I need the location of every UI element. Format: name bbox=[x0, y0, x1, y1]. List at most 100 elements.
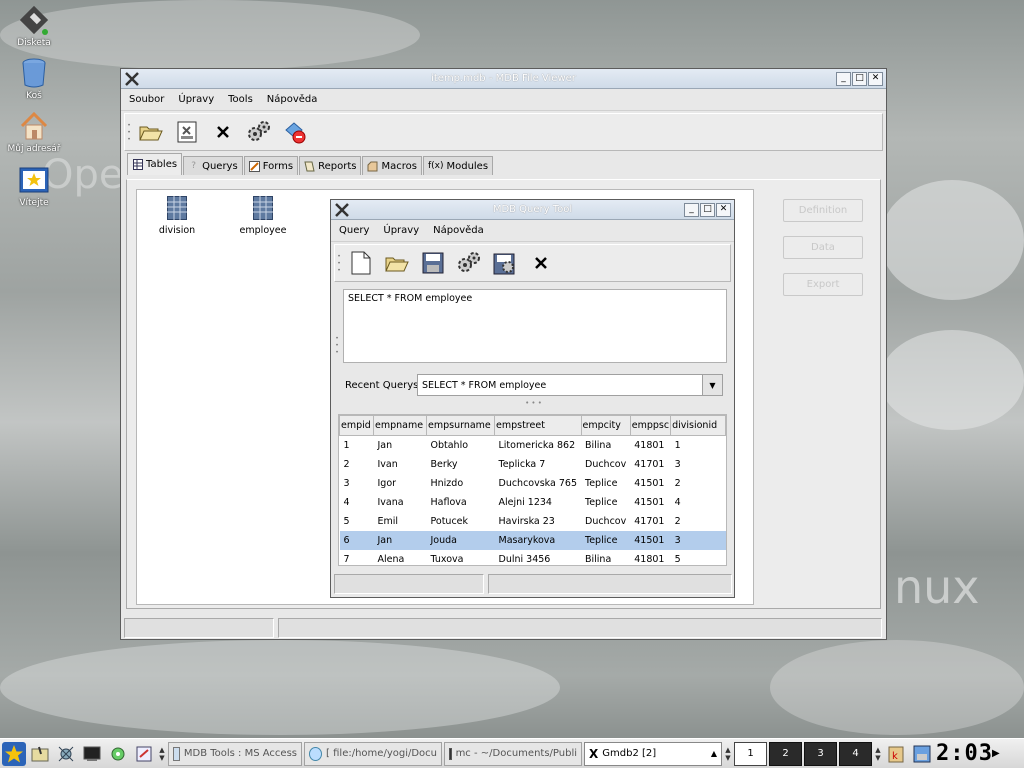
clipboard-icon[interactable]: k bbox=[884, 742, 908, 766]
desktop-icon-floppy[interactable]: Disketa bbox=[4, 4, 64, 48]
tab-forms[interactable]: Forms bbox=[243, 156, 299, 175]
mdb-query-tool-window: MDB Query Tool _ □ ✕ Query Úpravy Nápově… bbox=[330, 199, 735, 598]
toolbar-grip[interactable]: • • • bbox=[125, 114, 133, 150]
table-name: employee bbox=[239, 225, 287, 236]
x-logo-icon[interactable] bbox=[331, 201, 353, 219]
minimize-button[interactable]: _ bbox=[836, 71, 851, 86]
floppy-disk-icon bbox=[18, 4, 50, 36]
toolbar-grip[interactable]: • • • bbox=[335, 245, 343, 281]
open-folder-icon[interactable] bbox=[133, 116, 169, 148]
table-cell: Alejni 1234 bbox=[498, 496, 552, 508]
title-bar[interactable]: MDB Query Tool _ □ ✕ bbox=[331, 200, 734, 220]
table-row[interactable]: 6 Jan Jouda Masarykova Teplice 41501 3 bbox=[339, 530, 726, 550]
debug-icon[interactable] bbox=[277, 116, 313, 148]
menu-upravy[interactable]: Úpravy bbox=[178, 94, 214, 105]
sql-editor[interactable]: SELECT * FROM employee bbox=[343, 289, 727, 363]
menu-query[interactable]: Query bbox=[339, 225, 369, 236]
desktop-3[interactable]: 3 bbox=[804, 741, 837, 766]
query-icon: ? bbox=[191, 161, 196, 171]
menu-tools[interactable]: Tools bbox=[228, 94, 253, 105]
column-header[interactable]: empname bbox=[373, 415, 427, 436]
task-gmdb2[interactable]: X Gmdb2 [2] ▲ bbox=[584, 741, 722, 766]
desktop-2[interactable]: 2 bbox=[769, 741, 802, 766]
menu-soubor[interactable]: Soubor bbox=[129, 94, 164, 105]
table-row[interactable]: 5 Emil Potucek Havirska 23 Duchcov 41701 2 bbox=[340, 512, 726, 531]
properties-icon[interactable] bbox=[169, 116, 205, 148]
taskbar: ▲ ▼ MDB Tools : MS Access [ file:/home/yo… bbox=[0, 738, 1024, 768]
desktop-icon-label: Disketa bbox=[17, 38, 51, 48]
taskbar-hide-arrow[interactable]: ▶ bbox=[992, 748, 1000, 759]
status-bar bbox=[334, 574, 732, 594]
chevron-down-icon[interactable]: ▼ bbox=[702, 375, 722, 395]
network-icon[interactable] bbox=[54, 742, 78, 766]
tab-tables[interactable]: Tables bbox=[127, 153, 183, 175]
table-cell: Ivan bbox=[377, 458, 398, 470]
tools-icon[interactable] bbox=[106, 742, 130, 766]
x-logo-icon[interactable] bbox=[121, 70, 143, 88]
sql-pane-grip[interactable]: • • • bbox=[333, 330, 341, 360]
column-header[interactable]: empid bbox=[339, 415, 374, 436]
kde-star-icon[interactable] bbox=[2, 741, 26, 766]
konqueror-icon[interactable] bbox=[28, 742, 52, 766]
table-row[interactable]: 4 Ivana Haflova Alejni 1234 Teplice 41501 4 bbox=[340, 493, 726, 512]
table-row[interactable]: 1 Jan Obtahlo Litomericka 862 Bilina 41801 1 bbox=[340, 436, 726, 455]
column-header[interactable]: empsurname bbox=[426, 415, 495, 436]
tab-querys[interactable]: ? Querys bbox=[183, 156, 243, 175]
tab-label: Forms bbox=[262, 160, 294, 172]
maximize-button[interactable]: □ bbox=[852, 71, 867, 86]
open-folder-icon[interactable] bbox=[379, 247, 415, 279]
desktop-icon-welcome[interactable]: Vítejte bbox=[4, 164, 64, 208]
column-header[interactable]: empstreet bbox=[494, 415, 582, 436]
column-header[interactable]: emppsc bbox=[629, 415, 672, 436]
tab-macros[interactable]: Macros bbox=[362, 156, 422, 175]
table-item-employee[interactable]: employee bbox=[235, 196, 291, 236]
chevron-up-icon[interactable]: ▲ bbox=[711, 749, 717, 758]
clock[interactable]: 2:03 bbox=[936, 741, 992, 766]
definition-button[interactable]: Definition bbox=[783, 199, 863, 222]
tab-reports[interactable]: Reports bbox=[299, 156, 362, 175]
table-cell: Havirska 23 bbox=[498, 515, 555, 527]
desktop-4[interactable]: 4 bbox=[839, 741, 872, 766]
column-header[interactable]: divisionid bbox=[670, 415, 726, 436]
task-mc[interactable]: mc - ~/Documents/Publi bbox=[444, 741, 582, 766]
save-results-icon[interactable] bbox=[487, 247, 523, 279]
new-document-icon[interactable] bbox=[343, 247, 379, 279]
close-button[interactable]: ✕ bbox=[868, 71, 883, 86]
data-button[interactable]: Data bbox=[783, 236, 863, 259]
taskbar-scroll-arrows[interactable]: ▲ ▼ bbox=[158, 746, 166, 762]
menu-upravy[interactable]: Úpravy bbox=[383, 225, 419, 236]
desktop-icon-trash[interactable]: Koš bbox=[4, 57, 64, 101]
terminal-icon[interactable] bbox=[80, 742, 104, 766]
task-mdb-tools[interactable]: MDB Tools : MS Access bbox=[168, 741, 302, 766]
tab-label: Tables bbox=[146, 159, 178, 170]
tray-scroll-arrows[interactable]: ▲ ▼ bbox=[874, 746, 882, 762]
minimize-button[interactable]: _ bbox=[684, 202, 699, 217]
menu-napoveda[interactable]: Nápověda bbox=[267, 94, 318, 105]
table-row[interactable]: 2 Ivan Berky Teplicka 7 Duchcov 41701 3 bbox=[340, 455, 726, 474]
task-konqueror[interactable]: [ file:/home/yogi/Docu bbox=[304, 741, 442, 766]
close-button[interactable]: ✕ bbox=[716, 202, 731, 217]
close-x-icon[interactable] bbox=[523, 247, 559, 279]
pager-scroll-arrows[interactable]: ▲ ▼ bbox=[724, 746, 732, 762]
title-bar[interactable]: itemp.mdb - MDB File Viewer _ □ ✕ bbox=[121, 69, 886, 89]
gears-icon[interactable] bbox=[241, 116, 277, 148]
table-row[interactable]: 7 Alena Tuxova Dulni 3456 Bilina 41801 5 bbox=[340, 550, 726, 566]
table-item-division[interactable]: division bbox=[149, 196, 205, 236]
save-icon[interactable] bbox=[415, 247, 451, 279]
desktop-icon-home[interactable]: Můj adresář bbox=[4, 110, 64, 154]
menu-napoveda[interactable]: Nápověda bbox=[433, 225, 484, 236]
recent-querys-combo[interactable]: SELECT * FROM employee ▼ bbox=[417, 374, 723, 396]
help-icon[interactable] bbox=[132, 742, 156, 766]
desktop-1[interactable]: 1 bbox=[734, 741, 767, 766]
x-icon: X bbox=[589, 746, 599, 761]
close-x-icon[interactable] bbox=[205, 116, 241, 148]
column-header[interactable]: empcity bbox=[580, 415, 631, 436]
maximize-button[interactable]: □ bbox=[700, 202, 715, 217]
tab-modules[interactable]: f(x) Modules bbox=[422, 156, 494, 175]
gears-icon[interactable] bbox=[451, 247, 487, 279]
export-button[interactable]: Export bbox=[783, 273, 863, 296]
splitter-handle[interactable]: • • • bbox=[331, 399, 736, 407]
table-cell: 41501 bbox=[634, 496, 665, 508]
keyboard-icon[interactable] bbox=[910, 742, 934, 766]
table-row[interactable]: 3 Igor Hnizdo Duchcovska 765 Teplice 41501 2 bbox=[340, 474, 726, 493]
